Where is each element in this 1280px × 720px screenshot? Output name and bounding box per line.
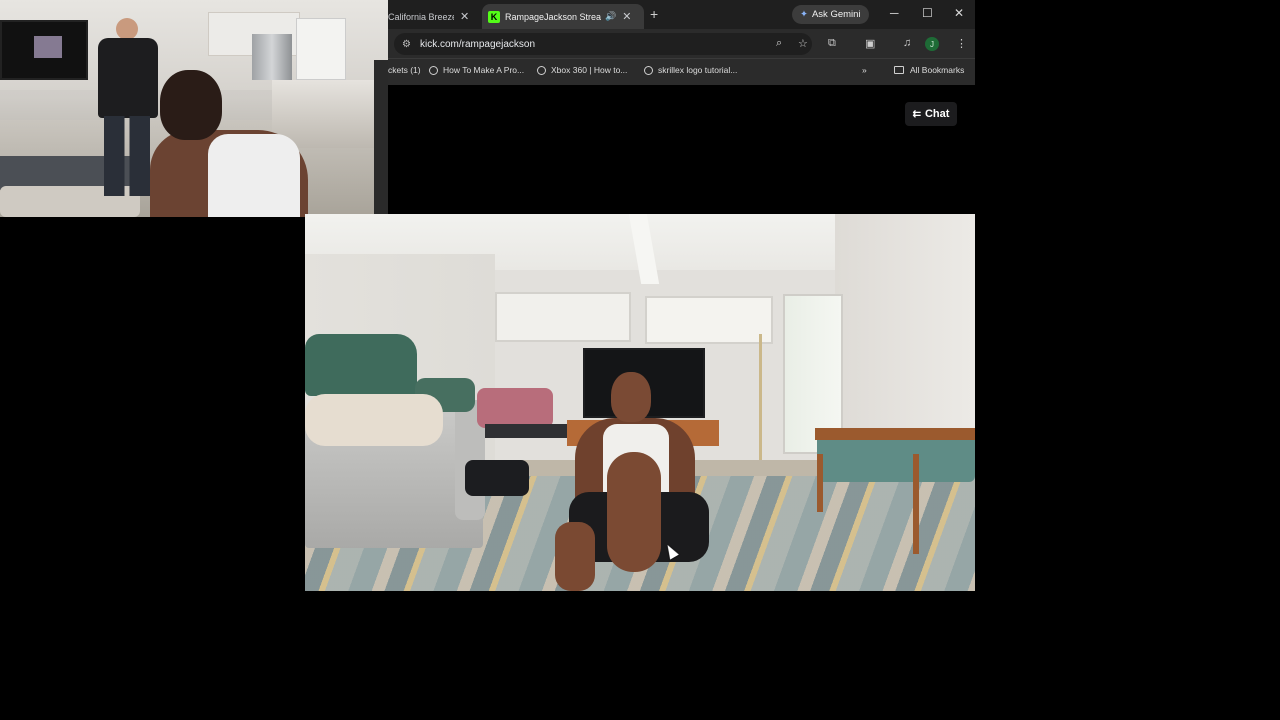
gemini-sparkle-icon: ✦: [800, 9, 808, 20]
video-armchair-leg: [913, 454, 919, 554]
tab-title: RampageJackson Stream -: [505, 11, 601, 22]
tab-california-breeze[interactable]: California Breeze | ✕: [388, 4, 480, 29]
tab-title: California Breeze |: [388, 11, 454, 22]
ask-gemini-button[interactable]: ✦ Ask Gemini: [792, 5, 869, 24]
all-bookmarks-label: All Bookmarks: [910, 65, 965, 75]
globe-icon: [644, 65, 653, 75]
video-person-seated: [553, 372, 729, 591]
bookmark-label: skrillex logo tutorial...: [658, 65, 738, 75]
address-bar[interactable]: ⚙ kick.com/rampagejackson ⌕ ☆: [394, 33, 812, 55]
chat-expand-icon: ⇇: [912, 108, 921, 120]
webcam-streamer: [150, 70, 310, 217]
close-tab-icon[interactable]: ✕: [622, 10, 631, 23]
media-controls-icon[interactable]: ♫: [903, 37, 911, 49]
video-armchair-frame: [815, 428, 975, 440]
webcam-frame-edge: [374, 60, 388, 217]
video-clothes-pile: [477, 388, 553, 428]
close-tab-icon[interactable]: ✕: [460, 10, 469, 23]
video-window: [495, 292, 631, 342]
profile-avatar[interactable]: J: [925, 37, 939, 51]
bookmark-star-icon[interactable]: ☆: [798, 37, 808, 50]
menu-kebab-icon[interactable]: ⋮: [956, 37, 967, 50]
chat-label: Chat: [924, 108, 950, 120]
maximize-icon[interactable]: ☐: [922, 6, 933, 20]
toolbar: ⚙ kick.com/rampagejackson ⌕ ☆ ⧉ ▣ ♫ J ⋮: [388, 30, 975, 58]
video-floor-lamp: [759, 334, 762, 462]
bookmark-label: ckets (1): [388, 65, 421, 75]
bookmark-item[interactable]: skrillex logo tutorial...: [644, 65, 737, 75]
all-bookmarks-button[interactable]: All Bookmarks: [894, 65, 964, 75]
tab-rampagejackson-stream[interactable]: K RampageJackson Stream - 🔊 ✕: [482, 4, 644, 29]
webcam-tv: [0, 20, 88, 80]
webcam-overlay: [0, 0, 388, 217]
video-bag: [465, 460, 529, 496]
video-window: [645, 296, 773, 344]
bookmark-item[interactable]: How To Make A Pro...: [429, 65, 524, 75]
bookmark-label: Xbox 360 | How to...: [551, 65, 628, 75]
kick-favicon-icon: K: [488, 10, 500, 23]
media-search-icon[interactable]: ▣: [865, 37, 875, 50]
site-settings-icon[interactable]: ⚙: [402, 39, 411, 50]
video-cream-pillow: [305, 394, 443, 446]
bookmarks-bar: ckets (1) How To Make A Pro... Xbox 360 …: [388, 58, 975, 85]
new-tab-icon[interactable]: +: [650, 6, 658, 22]
ask-gemini-label: Ask Gemini: [811, 9, 861, 20]
url-text: kick.com/rampagejackson: [419, 38, 536, 50]
video-armchair-leg: [817, 454, 823, 512]
globe-icon: [429, 65, 438, 75]
browser-window: California Breeze | ✕ K RampageJackson S…: [388, 0, 975, 85]
speaker-icon[interactable]: 🔊: [605, 11, 616, 22]
minimize-icon[interactable]: ─: [890, 6, 899, 20]
globe-icon: [537, 65, 546, 75]
video-green-pillow: [305, 334, 417, 396]
tab-strip: California Breeze | ✕ K RampageJackson S…: [388, 0, 975, 29]
chat-toggle-button[interactable]: ⇇ Chat: [905, 102, 957, 126]
extensions-icon[interactable]: ⧉: [828, 37, 836, 50]
stream-video-player[interactable]: [305, 214, 975, 591]
zoom-icon[interactable]: ⌕: [776, 37, 782, 50]
bookmark-item[interactable]: ckets (1): [388, 65, 421, 75]
folder-icon: [894, 66, 904, 74]
bookmark-item[interactable]: Xbox 360 | How to...: [537, 65, 627, 75]
bookmarks-overflow-icon[interactable]: »: [862, 65, 867, 75]
bookmark-label: How To Make A Pro...: [443, 65, 525, 75]
close-window-icon[interactable]: ✕: [954, 6, 964, 20]
